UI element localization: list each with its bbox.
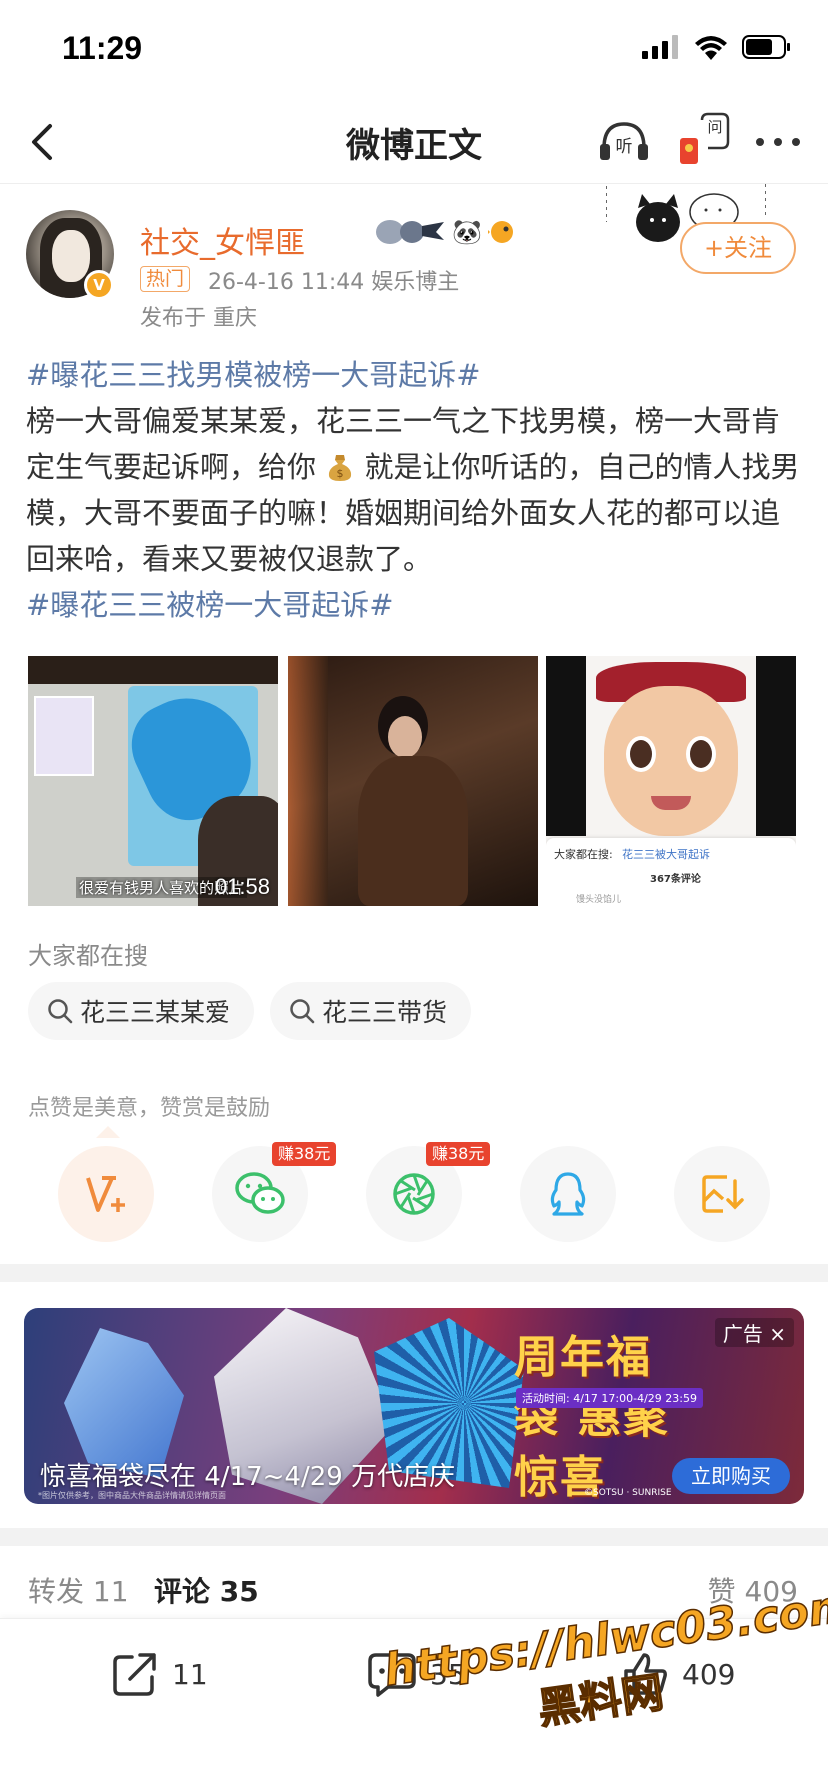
repost-button[interactable]: 11: [110, 1649, 208, 1699]
search-icon: [290, 999, 315, 1024]
ad-close-button[interactable]: 广告 ×: [714, 1318, 794, 1347]
v-plus-icon: [86, 1176, 125, 1212]
tab-repost[interactable]: 转发 11: [28, 1570, 129, 1610]
earn-badge: 赚38元: [272, 1142, 337, 1166]
share-icon: [113, 1653, 156, 1696]
author-badges: 🐼: [374, 218, 516, 246]
wechat-icon: [235, 1172, 285, 1214]
repost-count: 11: [172, 1657, 208, 1691]
hashtag-link[interactable]: #曝花三三找男模被榜一大哥起诉#: [26, 358, 481, 392]
video-duration: 01:58: [214, 874, 270, 899]
ad-banner[interactable]: 周年福袋 惠聚惊喜 活动时间: 4/17 17:00-4/29 23:59 广告…: [24, 1308, 804, 1504]
panda-emoji: 🐼: [452, 218, 482, 246]
status-bar: 11:29: [0, 0, 828, 100]
author-name[interactable]: 社交_女悍匪: [140, 218, 305, 262]
svg-text:听: 听: [616, 137, 633, 157]
buy-now-button[interactable]: 立即购买: [672, 1458, 790, 1494]
svg-text:问: 问: [707, 118, 722, 136]
signal-icon: [642, 35, 678, 59]
ask-button[interactable]: 问: [678, 110, 730, 170]
section-divider: [0, 1264, 828, 1282]
follow-button[interactable]: +关注: [680, 222, 796, 274]
photo-thumbnail[interactable]: [288, 656, 538, 906]
reward-label: 点赞是美意，赞赏是鼓励: [28, 1096, 271, 1121]
post-location: 发布于 重庆: [140, 306, 257, 331]
ad-text: 惊喜福袋尽在 4/17~4/29 万代店庆: [40, 1462, 456, 1492]
medal-badge-icon: [376, 220, 444, 244]
ad-event-time: 活动时间: 4/17 17:00-4/29 23:59: [516, 1388, 703, 1408]
battery-icon: [742, 35, 790, 59]
verified-badge-icon: V: [84, 270, 114, 300]
moments-icon: [393, 1173, 435, 1215]
post-body: #曝花三三找男模被榜一大哥起诉# 榜一大哥偏爱某某爱，花三三一气之下找男模，榜一…: [26, 352, 804, 628]
svg-text:$: $: [337, 467, 344, 480]
ad-copyright: ©SOTSU · SUNRISE: [584, 1488, 672, 1498]
share-qq-button[interactable]: [520, 1146, 616, 1242]
search-chip[interactable]: 花三三带货: [270, 982, 472, 1040]
hashtag-link[interactable]: #曝花三三被榜一大哥起诉#: [26, 588, 394, 622]
embedded-search-bar: 大家都在搜: 花三三被大哥起诉 367条评论 馒头没馅儿: [546, 838, 796, 906]
post-meta: 26-4-16 11:44 娱乐博主: [208, 270, 460, 295]
reward-button[interactable]: [58, 1146, 154, 1242]
qq-icon: [550, 1172, 586, 1216]
hot-tag: 热门: [140, 266, 191, 292]
status-time: 11:29: [62, 30, 143, 66]
ad-headline: 周年福袋 惠聚惊喜: [514, 1332, 670, 1503]
search-section-label: 大家都在搜: [28, 942, 148, 970]
listen-button[interactable]: 听: [596, 114, 652, 170]
status-icons: [642, 34, 792, 60]
nav-bar: 微博正文 听 问: [0, 100, 828, 184]
money-bag-emoji-icon: $: [329, 455, 352, 481]
search-chip[interactable]: 花三三某某爱: [28, 982, 255, 1040]
video-thumbnail[interactable]: 很爱有钱男人喜欢的照片 01:58: [28, 656, 278, 906]
red-envelope-ask-icon: 问: [680, 112, 730, 164]
section-divider: [0, 1528, 828, 1546]
ad-fine-print: *图片仅供参考，图中商品大件商品详情请见详情页面: [38, 1491, 226, 1500]
pufferfish-emoji-icon: [487, 221, 513, 243]
earn-badge: 赚38元: [426, 1142, 491, 1166]
save-image-button[interactable]: [674, 1146, 770, 1242]
search-icon: [48, 999, 73, 1024]
image-download-icon: [702, 1175, 744, 1213]
wifi-icon: [695, 36, 727, 60]
tab-comment[interactable]: 评论 35: [154, 1570, 259, 1610]
cartoon-image[interactable]: 大家都在搜: 花三三被大哥起诉 367条评论 馒头没馅儿: [546, 656, 796, 906]
more-button[interactable]: [750, 114, 806, 170]
more-dots-icon: [756, 138, 800, 146]
headphones-icon: 听: [600, 122, 648, 160]
